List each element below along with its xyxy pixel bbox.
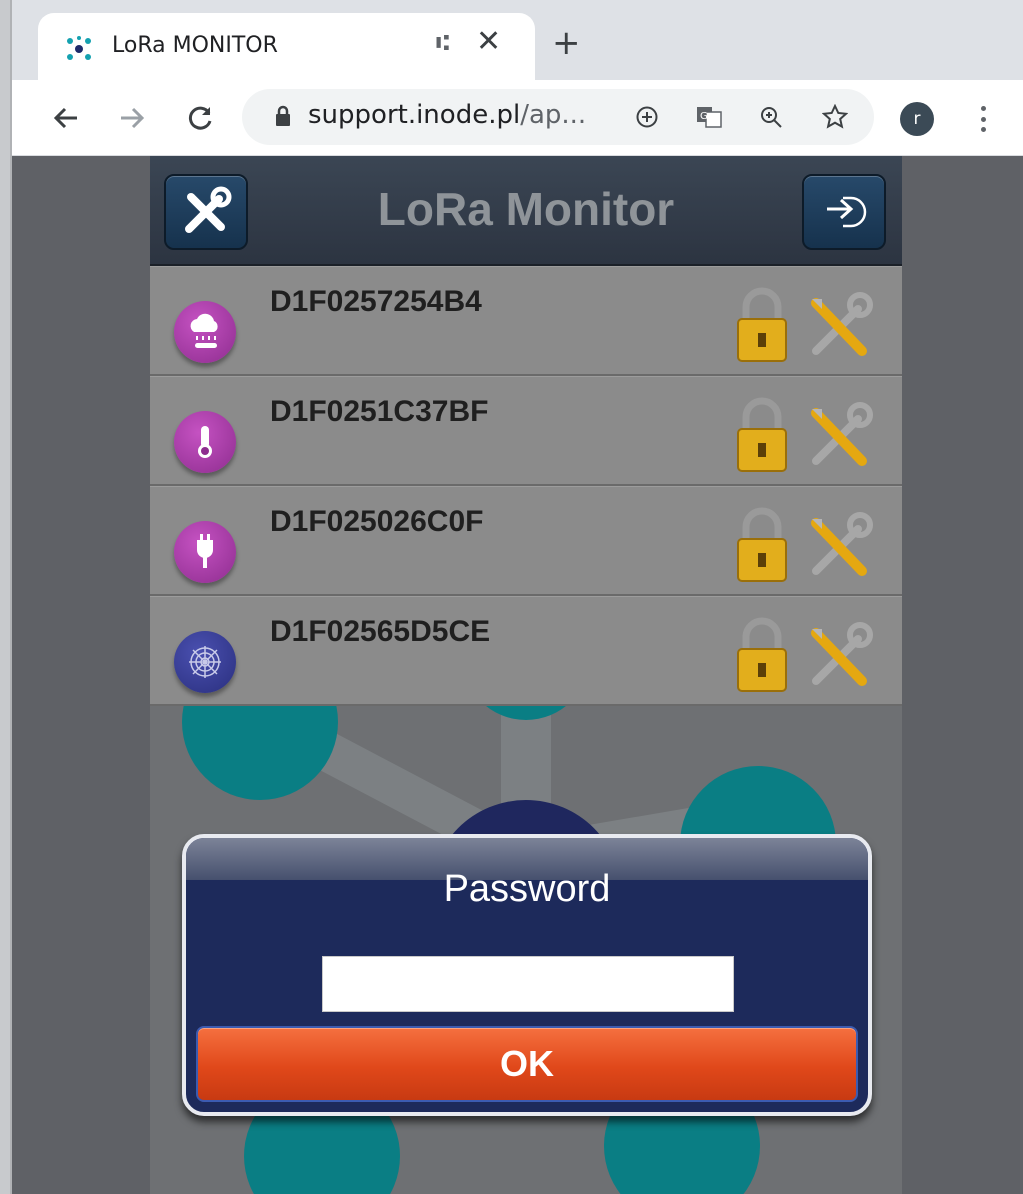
favicon-icon [67,36,91,60]
app-page: LoRa Monitor D1F0257254B4 D1F0251C37BF D… [150,156,902,1194]
plug-icon [174,521,236,583]
tab-strip: LoRa MONITOR ⑆ ✕ + [12,0,1023,80]
padlock-icon[interactable] [734,397,790,473]
forward-arrow-icon [121,107,145,129]
forward-button[interactable] [114,100,150,136]
zoom-icon[interactable] [758,104,784,130]
screen: LoRa MONITOR ⑆ ✕ + support.inode.pl/ap..… [0,0,1023,1194]
reload-button[interactable] [182,100,218,136]
device-row[interactable]: D1F025026C0F [150,486,902,596]
password-dialog: Password OK [182,834,872,1116]
url-path: /ap... [520,100,587,130]
address-bar[interactable]: support.inode.pl/ap... G [242,89,874,145]
ok-button[interactable]: OK [196,1026,858,1102]
svg-text:G: G [700,111,708,122]
device-id: D1F02565D5CE [270,615,491,648]
app-title: LoRa Monitor [377,183,675,235]
password-input[interactable] [322,956,734,1012]
login-button[interactable] [802,174,886,250]
login-arrow-icon [827,196,867,228]
device-settings-icon[interactable] [802,619,878,695]
device-id: D1F025026C0F [270,505,484,538]
new-tab-button[interactable]: + [552,26,581,60]
url-text: support.inode.pl/ap... [308,100,586,130]
device-id: D1F0251C37BF [270,395,489,428]
app-header: LoRa Monitor [150,156,902,266]
padlock-icon[interactable] [734,617,790,693]
tab-title: LoRa MONITOR [112,33,278,58]
install-app-icon[interactable] [634,104,660,130]
dialog-title: Password [443,868,611,910]
device-id: D1F0257254B4 [270,285,482,318]
url-host: support.inode.pl [308,100,521,130]
back-arrow-icon [53,107,77,129]
device-row[interactable]: D1F02565D5CE [150,596,902,706]
browser-menu-icon[interactable] [968,102,998,136]
lock-icon [276,105,290,126]
device-row[interactable]: D1F0257254B4 [150,266,902,376]
device-row[interactable]: D1F0251C37BF [150,376,902,486]
device-list: D1F0257254B4 D1F0251C37BF D1F025026C0F D… [150,266,902,706]
profile-avatar[interactable]: r [900,102,934,136]
reload-icon [188,106,212,130]
bookmark-star-icon[interactable] [822,104,848,130]
translate-icon[interactable]: G [696,104,722,130]
window-edge [0,0,12,1194]
device-settings-icon[interactable] [802,399,878,475]
browser-tab[interactable]: LoRa MONITOR ⑆ ✕ [38,13,535,80]
device-settings-icon[interactable] [802,289,878,365]
back-button[interactable] [48,100,84,136]
tab-close-icon[interactable]: ✕ [476,27,501,57]
padlock-icon[interactable] [734,507,790,583]
device-settings-icon[interactable] [802,509,878,585]
browser-toolbar: support.inode.pl/ap... G r [12,80,1023,156]
usb-icon: ⑆ [436,31,450,56]
padlock-icon[interactable] [734,287,790,363]
spider-web-icon [174,631,236,693]
weather-sensor-icon [174,301,236,363]
page-viewport: LoRa Monitor D1F0257254B4 D1F0251C37BF D… [12,156,1023,1194]
thermometer-icon [174,411,236,473]
